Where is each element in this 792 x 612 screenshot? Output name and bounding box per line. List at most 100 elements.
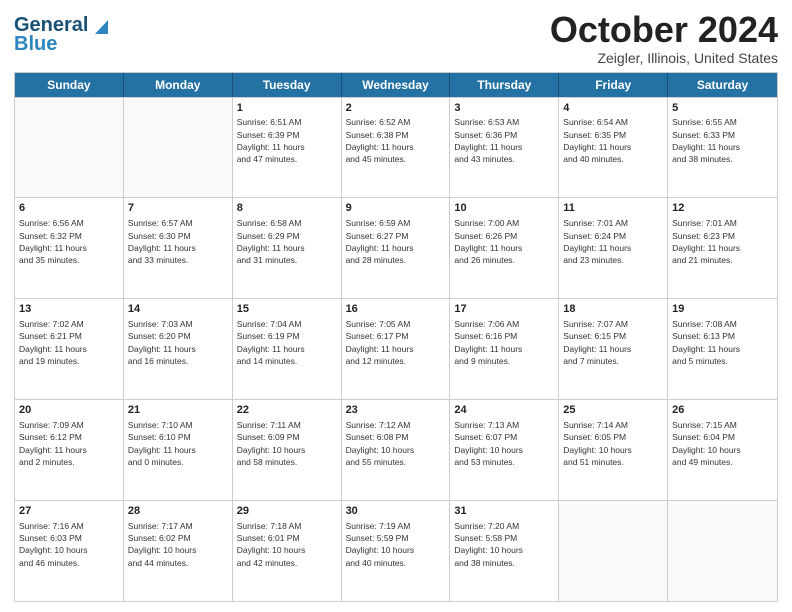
day-number: 23 [346, 403, 446, 418]
day-cell-31: 31Sunrise: 7:20 AM Sunset: 5:58 PM Dayli… [450, 501, 559, 601]
day-info: Sunrise: 6:57 AM Sunset: 6:30 PM Dayligh… [128, 218, 196, 265]
day-cell-2: 2Sunrise: 6:52 AM Sunset: 6:38 PM Daylig… [342, 98, 451, 198]
header-day-sunday: Sunday [15, 73, 124, 97]
day-number: 13 [19, 302, 119, 317]
day-number: 27 [19, 504, 119, 519]
day-cell-27: 27 Sunrise: 7:16 AM Sunset: 6:03 PM Dayli… [15, 501, 124, 601]
day-number: 28 [128, 504, 228, 519]
day-number: 1 [237, 101, 337, 116]
title-block: October 2024 Zeigler, Illinois, United S… [550, 10, 778, 66]
day-info: Sunrise: 7:18 AM Sunset: 6:01 PM Dayligh… [237, 521, 306, 568]
day-cell-11: 11Sunrise: 7:01 AM Sunset: 6:24 PM Dayli… [559, 198, 668, 298]
day-number: 19 [672, 302, 773, 317]
day-cell-4: 4Sunrise: 6:54 AM Sunset: 6:35 PM Daylig… [559, 98, 668, 198]
day-info: Sunrise: 7:17 AM Sunset: 6:02 PM Dayligh… [128, 521, 197, 568]
calendar-week-1: 1Sunrise: 6:51 AM Sunset: 6:39 PM Daylig… [15, 97, 777, 198]
day-number: 3 [454, 101, 554, 116]
day-info: Sunrise: 7:11 AM Sunset: 6:09 PM Dayligh… [237, 420, 306, 467]
day-info: Sunrise: 7:05 AM Sunset: 6:17 PM Dayligh… [346, 319, 414, 366]
day-info: Sunrise: 6:56 AM Sunset: 6:32 PM Dayligh… [19, 218, 87, 265]
day-number: 9 [346, 201, 446, 216]
day-info: Sunrise: 7:16 AM Sunset: 6:03 PM Dayligh… [19, 521, 88, 568]
header-day-friday: Friday [559, 73, 668, 97]
day-cell-18: 18 Sunrise: 7:07 AM Sunset: 6:15 PM Dayli… [559, 299, 668, 399]
day-cell-17: 17 Sunrise: 7:06 AM Sunset: 6:16 PM Dayli… [450, 299, 559, 399]
day-cell-15: 15 Sunrise: 7:04 AM Sunset: 6:19 PM Dayli… [233, 299, 342, 399]
month-title: October 2024 [550, 10, 778, 50]
day-cell-7: 7 Sunrise: 6:57 AM Sunset: 6:30 PM Daylig… [124, 198, 233, 298]
header-day-monday: Monday [124, 73, 233, 97]
day-cell-3: 3Sunrise: 6:53 AM Sunset: 6:36 PM Daylig… [450, 98, 559, 198]
day-number: 30 [346, 504, 446, 519]
logo: General Blue [14, 14, 108, 56]
day-cell-30: 30Sunrise: 7:19 AM Sunset: 5:59 PM Dayli… [342, 501, 451, 601]
day-info: Sunrise: 7:06 AM Sunset: 6:16 PM Dayligh… [454, 319, 522, 366]
day-cell-12: 12 Sunrise: 7:01 AM Sunset: 6:23 PM Dayli… [668, 198, 777, 298]
day-cell-9: 9Sunrise: 6:59 AM Sunset: 6:27 PM Daylig… [342, 198, 451, 298]
day-number: 29 [237, 504, 337, 519]
day-info: Sunrise: 7:01 AM Sunset: 6:24 PM Dayligh… [563, 218, 631, 265]
day-number: 20 [19, 403, 119, 418]
day-cell-19: 19 Sunrise: 7:08 AM Sunset: 6:13 PM Dayli… [668, 299, 777, 399]
empty-cell [668, 501, 777, 601]
logo-icon [90, 16, 108, 34]
day-info: Sunrise: 7:07 AM Sunset: 6:15 PM Dayligh… [563, 319, 631, 366]
day-number: 8 [237, 201, 337, 216]
calendar: SundayMondayTuesdayWednesdayThursdayFrid… [14, 72, 778, 602]
day-number: 15 [237, 302, 337, 317]
day-info: Sunrise: 6:53 AM Sunset: 6:36 PM Dayligh… [454, 117, 522, 164]
day-number: 4 [563, 101, 663, 116]
day-cell-20: 20 Sunrise: 7:09 AM Sunset: 6:12 PM Dayli… [15, 400, 124, 500]
day-cell-24: 24Sunrise: 7:13 AM Sunset: 6:07 PM Dayli… [450, 400, 559, 500]
empty-cell [124, 98, 233, 198]
day-cell-22: 22Sunrise: 7:11 AM Sunset: 6:09 PM Dayli… [233, 400, 342, 500]
day-number: 21 [128, 403, 228, 418]
header-day-wednesday: Wednesday [342, 73, 451, 97]
empty-cell [15, 98, 124, 198]
day-info: Sunrise: 7:08 AM Sunset: 6:13 PM Dayligh… [672, 319, 740, 366]
day-cell-6: 6 Sunrise: 6:56 AM Sunset: 6:32 PM Daylig… [15, 198, 124, 298]
day-info: Sunrise: 6:54 AM Sunset: 6:35 PM Dayligh… [563, 117, 631, 164]
calendar-week-4: 20 Sunrise: 7:09 AM Sunset: 6:12 PM Dayli… [15, 399, 777, 500]
day-cell-13: 13 Sunrise: 7:02 AM Sunset: 6:21 PM Dayli… [15, 299, 124, 399]
day-info: Sunrise: 7:09 AM Sunset: 6:12 PM Dayligh… [19, 420, 87, 467]
day-number: 14 [128, 302, 228, 317]
day-info: Sunrise: 7:15 AM Sunset: 6:04 PM Dayligh… [672, 420, 741, 467]
calendar-week-2: 6 Sunrise: 6:56 AM Sunset: 6:32 PM Daylig… [15, 197, 777, 298]
day-cell-21: 21 Sunrise: 7:10 AM Sunset: 6:10 PM Dayli… [124, 400, 233, 500]
day-cell-16: 16 Sunrise: 7:05 AM Sunset: 6:17 PM Dayli… [342, 299, 451, 399]
day-cell-5: 5Sunrise: 6:55 AM Sunset: 6:33 PM Daylig… [668, 98, 777, 198]
day-info: Sunrise: 7:10 AM Sunset: 6:10 PM Dayligh… [128, 420, 196, 467]
day-number: 5 [672, 101, 773, 116]
day-number: 31 [454, 504, 554, 519]
day-number: 25 [563, 403, 663, 418]
empty-cell [559, 501, 668, 601]
day-info: Sunrise: 7:02 AM Sunset: 6:21 PM Dayligh… [19, 319, 87, 366]
calendar-header: SundayMondayTuesdayWednesdayThursdayFrid… [15, 73, 777, 97]
day-cell-28: 28 Sunrise: 7:17 AM Sunset: 6:02 PM Dayli… [124, 501, 233, 601]
header-day-thursday: Thursday [450, 73, 559, 97]
location: Zeigler, Illinois, United States [550, 50, 778, 66]
day-info: Sunrise: 7:13 AM Sunset: 6:07 PM Dayligh… [454, 420, 523, 467]
header: General Blue October 2024 Zeigler, Illin… [14, 10, 778, 66]
day-number: 12 [672, 201, 773, 216]
calendar-week-5: 27 Sunrise: 7:16 AM Sunset: 6:03 PM Dayli… [15, 500, 777, 601]
day-number: 16 [346, 302, 446, 317]
day-info: Sunrise: 7:04 AM Sunset: 6:19 PM Dayligh… [237, 319, 305, 366]
day-number: 7 [128, 201, 228, 216]
day-number: 2 [346, 101, 446, 116]
day-info: Sunrise: 6:51 AM Sunset: 6:39 PM Dayligh… [237, 117, 305, 164]
day-cell-1: 1Sunrise: 6:51 AM Sunset: 6:39 PM Daylig… [233, 98, 342, 198]
day-info: Sunrise: 7:01 AM Sunset: 6:23 PM Dayligh… [672, 218, 740, 265]
page: General Blue October 2024 Zeigler, Illin… [0, 0, 792, 612]
day-info: Sunrise: 7:00 AM Sunset: 6:26 PM Dayligh… [454, 218, 522, 265]
day-cell-8: 8Sunrise: 6:58 AM Sunset: 6:29 PM Daylig… [233, 198, 342, 298]
day-number: 10 [454, 201, 554, 216]
day-info: Sunrise: 7:03 AM Sunset: 6:20 PM Dayligh… [128, 319, 196, 366]
day-number: 18 [563, 302, 663, 317]
day-number: 17 [454, 302, 554, 317]
day-number: 6 [19, 201, 119, 216]
day-info: Sunrise: 6:52 AM Sunset: 6:38 PM Dayligh… [346, 117, 414, 164]
day-info: Sunrise: 7:12 AM Sunset: 6:08 PM Dayligh… [346, 420, 415, 467]
day-number: 26 [672, 403, 773, 418]
